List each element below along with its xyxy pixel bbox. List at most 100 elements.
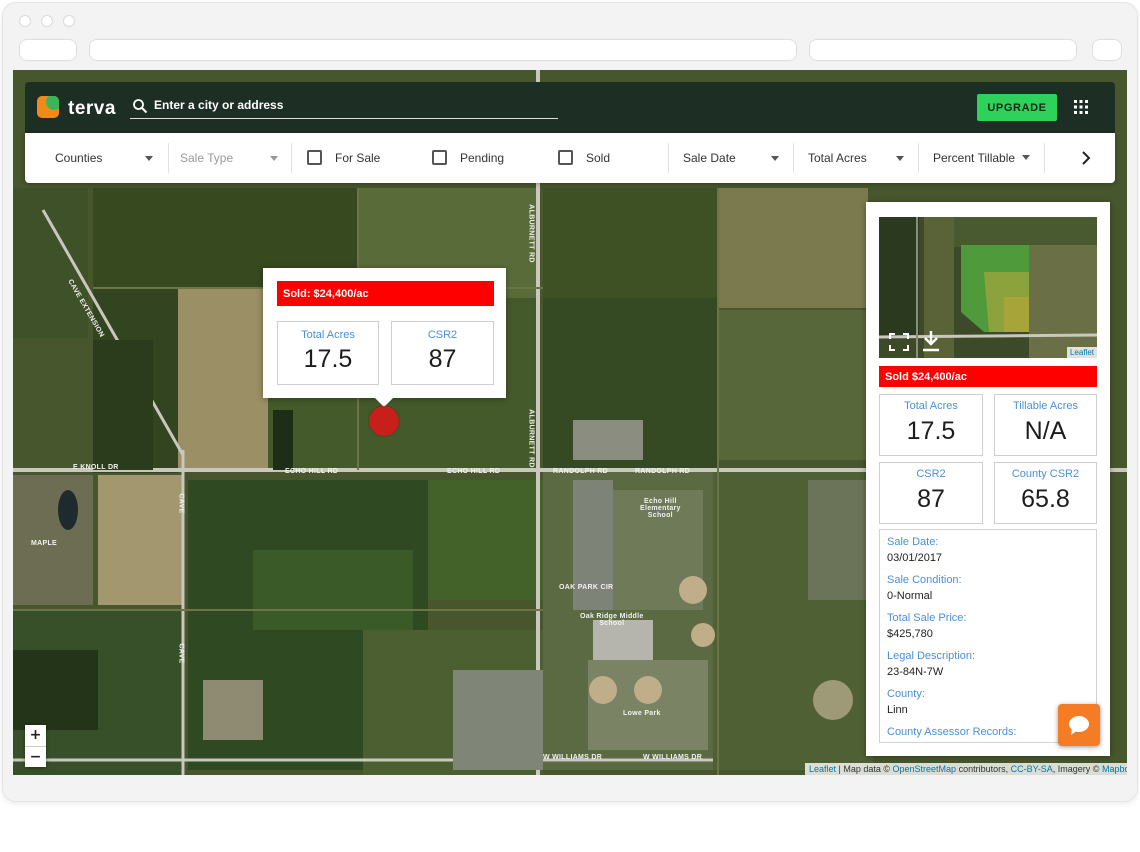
stat-value: 65.8 [1021,485,1070,513]
road-label: MAPLE [31,540,57,547]
leaflet-link[interactable]: Leaflet [809,764,836,774]
window-dot [41,15,53,27]
search-bar[interactable] [130,95,558,119]
grid-icon[interactable] [1074,100,1088,114]
chat-icon [1069,716,1089,735]
divider [168,143,169,173]
parcel-thumbnail-map[interactable]: Leaflet [879,217,1097,358]
pending-label: Pending [460,151,505,165]
sale-condition-label: Sale Condition: [887,574,962,586]
parcel-popup: Sold: $24,400/ac Total Acres 17.5 CSR2 8… [263,268,506,407]
attribution-text: contributors, [956,764,1011,774]
csr2-stat: CSR2 87 [879,462,983,524]
terva-logo-icon [37,96,59,118]
thumbnail-satellite [879,217,1097,358]
stat-value: 87 [428,345,457,373]
stat-value: 17.5 [906,417,956,445]
browser-address-bar[interactable] [89,39,797,61]
road-label: RANDOLPH RD [635,468,691,475]
road-label: W WILLIAMS DR [543,754,603,761]
checkbox-icon[interactable] [558,150,573,165]
sold-label: Sold [586,151,611,165]
filter-bar: Counties Sale Type For Sale Pending Sold… [25,133,1115,183]
chevron-down-icon [145,156,153,161]
attribution-text: | Map data © [836,764,893,774]
upgrade-button[interactable]: UPGRADE [977,94,1057,121]
county-label: County: [887,688,925,700]
thumbnail-leaflet-link[interactable]: Leaflet [1066,347,1097,358]
sale-date-label: Sale Date [683,151,736,165]
road-label: CAVE [177,643,185,664]
sold-price-banner: Sold: $24,400/ac [277,281,494,306]
expand-icon[interactable] [889,333,909,351]
road-label: ALBURNETT RD [527,409,535,468]
divider [918,143,919,173]
window-dot [19,15,31,27]
total-acres-label: Total Acres [808,151,867,165]
road-label: RANDOLPH RD [553,468,609,475]
total-acres-stat: Total Acres 17.5 [879,394,983,456]
window-dot [63,15,75,27]
percent-tillable-label: Percent Tillable [933,151,1016,165]
zoom-control: + − [25,725,46,767]
stat-label: Tillable Acres [1012,400,1078,412]
chevron-down-icon [771,156,779,161]
road-label: OAK PARK CIR [559,584,614,591]
park-label: Lowe Park [623,710,661,717]
chat-button[interactable] [1058,704,1100,746]
app-header: terva UPGRADE [25,82,1115,133]
divider [668,143,669,173]
browser-menu-placeholder [1092,39,1122,61]
stat-value: N/A [1024,417,1067,445]
total-acres-stat: Total Acres 17.5 [277,321,379,385]
sale-date-label: Sale Date: [887,536,939,548]
checkbox-icon[interactable] [432,150,447,165]
cc-by-sa-link[interactable]: CC-BY-SA [1011,764,1053,774]
stat-value: 17.5 [303,345,353,373]
browser-search-bar[interactable] [809,39,1077,61]
download-icon[interactable] [921,330,941,352]
sale-type-label: Sale Type [180,151,234,165]
road-label: ECHO HILL RD [285,468,339,475]
attribution-text: , Imagery © [1052,764,1102,774]
stat-label: Total Acres [301,329,355,341]
checkbox-icon[interactable] [307,150,322,165]
legal-description-value: 23-84N-7W [887,666,944,678]
stat-label: County CSR2 [1011,468,1080,480]
county-csr2-stat: County CSR2 65.8 [994,462,1097,524]
logo-text: terva [68,98,116,119]
for-sale-label: For Sale [335,151,381,165]
map-attribution: Leaflet | Map data © OpenStreetMap contr… [805,763,1127,775]
stat-value: 87 [917,485,945,513]
browser-back-placeholder [19,39,77,61]
chevron-right-icon[interactable] [1081,151,1091,165]
counties-label: Counties [55,151,103,165]
chevron-down-icon [270,156,278,161]
location-marker[interactable] [369,406,399,436]
zoom-in-button[interactable]: + [25,725,46,746]
map-viewport[interactable]: E KNOLL DR ECHO HILL RD ECHO HILL RD RAN… [13,70,1127,775]
openstreetmap-link[interactable]: OpenStreetMap [893,764,957,774]
sale-date-value: 03/01/2017 [887,552,943,564]
stat-label: CSR2 [427,329,458,341]
tillable-acres-stat: Tillable Acres N/A [994,394,1097,456]
csr2-stat: CSR2 87 [391,321,494,385]
sale-condition-value: 0-Normal [887,590,933,602]
mapbox-link[interactable]: Mapbox [1102,764,1127,774]
road-label: W WILLIAMS DR [643,754,703,761]
stat-label: Total Acres [904,400,958,412]
school-label: Echo Hill Elementary School [640,498,681,519]
search-input[interactable] [154,95,554,115]
zoom-out-button[interactable]: − [25,746,46,767]
stat-label: CSR2 [916,468,946,480]
road-label: ECHO HILL RD [447,468,501,475]
divider [793,143,794,173]
divider [291,143,292,173]
chevron-down-icon [896,156,904,161]
road-label: ALBURNETT RD [527,204,535,263]
road-label: CAVE [177,493,185,514]
parcel-detail-panel: Leaflet Sold $24,400/ac Total Acres 17.5… [866,202,1110,756]
road-label: E KNOLL DR [73,464,119,471]
total-sale-price-label: Total Sale Price: [887,612,967,624]
chevron-down-icon [1022,155,1030,160]
